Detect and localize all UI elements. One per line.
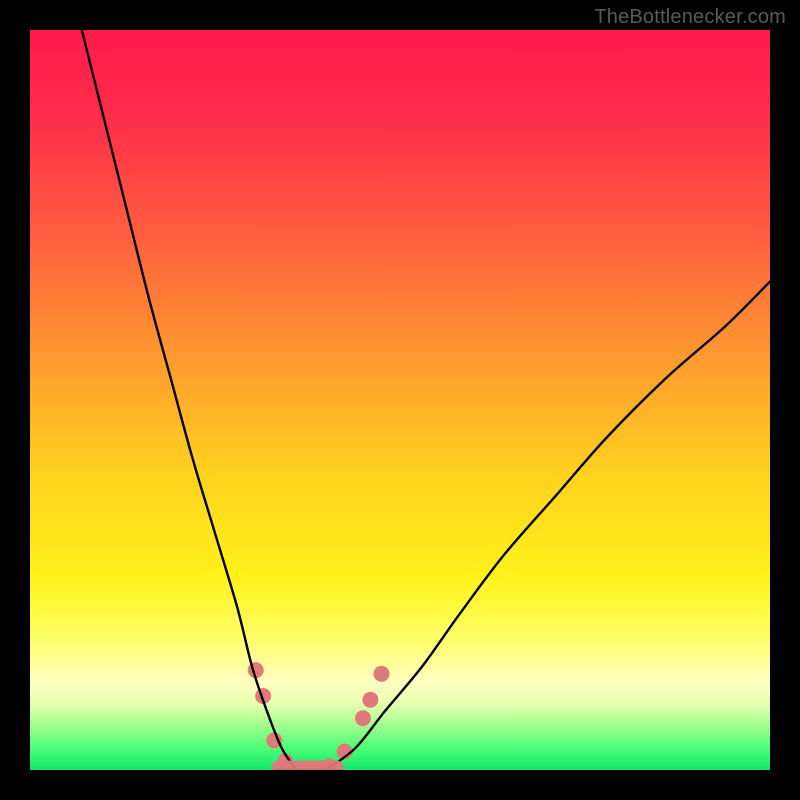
data-marker [374,666,390,682]
data-marker [362,692,378,708]
plot-area [30,30,770,770]
chart-frame: TheBottlenecker.com [0,0,800,800]
curve-left-arm [82,30,297,770]
curve-right-arm [326,282,770,770]
data-marker [355,710,371,726]
curve-layer [30,30,770,770]
watermark-label: TheBottlenecker.com [594,6,786,29]
